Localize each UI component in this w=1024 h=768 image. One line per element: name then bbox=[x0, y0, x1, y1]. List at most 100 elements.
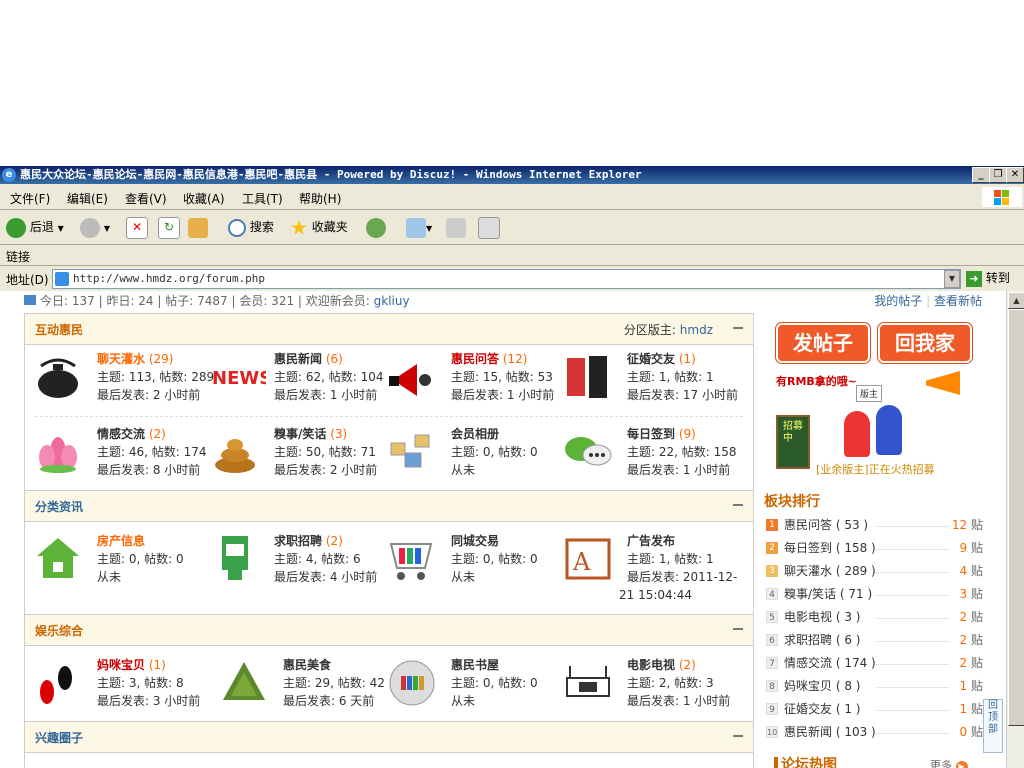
section-title[interactable]: 兴趣圈子 bbox=[35, 729, 83, 746]
forum-name[interactable]: 会员相册 bbox=[451, 427, 499, 441]
address-input[interactable]: http://www.hmdz.org/forum.php bbox=[52, 269, 961, 289]
mail-button[interactable]: ▼ bbox=[406, 216, 432, 238]
collapse-icon[interactable] bbox=[733, 504, 743, 506]
scroll-up-icon[interactable]: ▲ bbox=[1008, 292, 1024, 309]
rank-forum-name[interactable]: 征婚交友 bbox=[784, 702, 832, 716]
section-title[interactable]: 娱乐综合 bbox=[35, 622, 83, 639]
go-button[interactable]: ➜ 转到 bbox=[966, 269, 1020, 287]
section-title[interactable]: 分类资讯 bbox=[35, 498, 83, 515]
forum-name[interactable]: 房产信息 bbox=[97, 534, 145, 548]
rank-item[interactable]: 9 征婚交友 ( 1 ) 1 贴 bbox=[764, 700, 983, 718]
home-button[interactable] bbox=[188, 216, 208, 238]
forum-cell-ads[interactable]: A 广告发布 主题: 1, 帖数: 1 最后发表: 2011-12- 21 15:0… bbox=[555, 528, 737, 608]
forum-cell-emotion[interactable]: 情感交流 (2) 主题: 46, 帖数: 174 最后发表: 8 小时前 bbox=[25, 421, 207, 491]
forum-cell-trade[interactable]: 同城交易 主题: 0, 帖数: 0 从未 bbox=[379, 528, 555, 598]
home-link-button[interactable]: 回我家 bbox=[877, 322, 973, 364]
minimize-button[interactable]: _ bbox=[972, 167, 990, 183]
forum-cell-dating[interactable]: 征婚交友 (1) 主题: 1, 帖数: 1 最后发表: 17 小时前 bbox=[555, 346, 738, 416]
refresh-button[interactable]: ↻ bbox=[158, 216, 180, 239]
forum-name[interactable]: 广告发布 bbox=[627, 534, 675, 548]
rank-forum-name[interactable]: 每日签到 bbox=[784, 541, 832, 555]
menu-tools[interactable]: 工具(T) bbox=[242, 190, 283, 207]
section-header-entertainment[interactable]: 娱乐综合 bbox=[25, 614, 753, 646]
menu-help[interactable]: 帮助(H) bbox=[299, 190, 341, 207]
rank-item[interactable]: 4 糗事/笑话 ( 71 ) 3 贴 bbox=[764, 585, 983, 603]
forum-cell-realestate[interactable]: 房产信息 主题: 0, 帖数: 0 从未 bbox=[25, 528, 201, 598]
section-header-hobbies[interactable]: 兴趣圈子 bbox=[25, 721, 753, 753]
history-button[interactable] bbox=[366, 216, 386, 238]
rank-forum-name[interactable]: 聊天灌水 bbox=[784, 564, 832, 578]
rank-item[interactable]: 2 每日签到 ( 158 ) 9 贴 bbox=[764, 539, 983, 557]
forum-cell-news[interactable]: NEWS 惠民新闻 (6) 主题: 62, 帖数: 104 最后发表: 1 小时前 bbox=[202, 346, 384, 416]
rank-item[interactable]: 3 聊天灌水 ( 289 ) 4 贴 bbox=[764, 562, 983, 580]
menu-view[interactable]: 查看(V) bbox=[125, 190, 167, 207]
section-header-info[interactable]: 分类资讯 bbox=[25, 490, 753, 522]
section-title[interactable]: 互动惠民 bbox=[35, 321, 83, 338]
forum-name[interactable]: 惠民书屋 bbox=[451, 658, 499, 672]
close-button[interactable]: ✕ bbox=[1006, 167, 1024, 183]
moderator-recruit-banner[interactable]: 有RMB拿的哦~ 招募中 版主 [业余版主]正在火热招募 bbox=[772, 369, 982, 481]
menu-file[interactable]: 文件(F) bbox=[10, 190, 50, 207]
forum-cell-checkin[interactable]: 每日签到 (9) 主题: 22, 帖数: 158 最后发表: 1 小时前 bbox=[555, 421, 737, 491]
rank-forum-name[interactable]: 妈咪宝贝 bbox=[784, 679, 832, 693]
forum-name[interactable]: 征婚交友 bbox=[627, 352, 675, 366]
forum-name[interactable]: 情感交流 bbox=[97, 427, 145, 441]
new-posts-link[interactable]: 查看新帖 bbox=[934, 294, 982, 308]
new-member-link[interactable]: gkliuy bbox=[374, 294, 410, 308]
collapse-icon[interactable] bbox=[733, 735, 743, 737]
edit-button[interactable] bbox=[478, 216, 500, 239]
rank-item[interactable]: 8 妈咪宝贝 ( 8 ) 1 贴 bbox=[764, 677, 983, 695]
forward-button[interactable]: ▼ bbox=[80, 216, 110, 238]
favorites-button[interactable]: ★ 收藏夹 bbox=[290, 216, 348, 239]
forum-name[interactable]: 聊天灌水 bbox=[97, 352, 145, 366]
restore-button[interactable]: ❐ bbox=[989, 167, 1007, 183]
forum-cell-food[interactable]: 惠民美食 主题: 29, 帖数: 42 最后发表: 6 天前 bbox=[211, 652, 387, 722]
back-to-top-button[interactable]: 回顶部 bbox=[983, 699, 1003, 753]
forum-name[interactable]: 电影电视 bbox=[627, 658, 675, 672]
new-post-button[interactable]: 发帖子 bbox=[775, 322, 871, 364]
rank-forum-name[interactable]: 电影电视 bbox=[784, 610, 832, 624]
rank-forum-name[interactable]: 惠民新闻 bbox=[784, 725, 832, 739]
forum-cell-books[interactable]: 惠民书屋 主题: 0, 帖数: 0 从未 bbox=[379, 652, 555, 722]
vertical-scrollbar[interactable]: ▲ bbox=[1006, 291, 1024, 768]
menu-edit[interactable]: 编辑(E) bbox=[67, 190, 108, 207]
rank-item[interactable]: 6 求职招聘 ( 6 ) 2 贴 bbox=[764, 631, 983, 649]
rank-item[interactable]: 7 情感交流 ( 174 ) 2 贴 bbox=[764, 654, 983, 672]
forum-cell-baby[interactable]: 妈咪宝贝 (1) 主题: 3, 帖数: 8 最后发表: 3 小时前 bbox=[25, 652, 201, 722]
more-link[interactable]: 更多 ▶ bbox=[930, 757, 968, 768]
forum-cell-qa[interactable]: 惠民问答 (12) 主题: 15, 帖数: 53 最后发表: 1 小时前 bbox=[379, 346, 555, 416]
scrollbar-thumb[interactable] bbox=[1008, 309, 1024, 726]
rank-item[interactable]: 10 惠民新闻 ( 103 ) 0 贴 bbox=[764, 723, 983, 741]
rank-forum-name[interactable]: 糗事/笑话 bbox=[784, 587, 836, 601]
forum-cell-album[interactable]: 会员相册 主题: 0, 帖数: 0 从未 bbox=[379, 421, 555, 491]
my-posts-link[interactable]: 我的帖子 bbox=[874, 294, 922, 308]
moderator-link[interactable]: hmdz bbox=[680, 323, 713, 337]
rank-forum-name[interactable]: 情感交流 bbox=[784, 656, 832, 670]
links-label[interactable]: 链接 bbox=[6, 248, 30, 265]
forum-cell-movies[interactable]: 电影电视 (2) 主题: 2, 帖数: 3 最后发表: 1 小时前 bbox=[555, 652, 731, 722]
forum-name[interactable]: 每日签到 bbox=[627, 427, 675, 441]
forum-name[interactable]: 糗事/笑话 bbox=[274, 427, 326, 441]
search-button[interactable]: 搜索 bbox=[228, 216, 274, 238]
rank-forum-name[interactable]: 惠民问答 bbox=[784, 518, 832, 532]
forum-name[interactable]: 求职招聘 bbox=[274, 534, 322, 548]
forum-cell-chat[interactable]: 聊天灌水 (29) 主题: 113, 帖数: 289 最后发表: 2 小时前 bbox=[25, 346, 214, 416]
forum-name[interactable]: 同城交易 bbox=[451, 534, 499, 548]
collapse-icon[interactable] bbox=[733, 327, 743, 329]
section-header-interactive[interactable]: 互动惠民 分区版主: hmdz bbox=[25, 314, 753, 345]
forum-name[interactable]: 妈咪宝贝 bbox=[97, 658, 145, 672]
back-button[interactable]: 后退 ▼ bbox=[6, 216, 64, 238]
rank-forum-name[interactable]: 求职招聘 bbox=[784, 633, 832, 647]
collapse-icon[interactable] bbox=[733, 628, 743, 630]
stop-button[interactable]: ✕ bbox=[126, 216, 148, 239]
rank-item[interactable]: 1 惠民问答 ( 53 ) 12 贴 bbox=[764, 516, 983, 534]
forum-name[interactable]: 惠民新闻 bbox=[274, 352, 322, 366]
rank-item[interactable]: 5 电影电视 ( 3 ) 2 贴 bbox=[764, 608, 983, 626]
address-dropdown-icon[interactable]: ▼ bbox=[944, 270, 960, 288]
forum-cell-jobs[interactable]: 求职招聘 (2) 主题: 4, 帖数: 6 最后发表: 4 小时前 bbox=[202, 528, 378, 598]
forum-name[interactable]: 惠民问答 bbox=[451, 352, 499, 366]
forum-cell-jokes[interactable]: 糗事/笑话 (3) 主题: 50, 帖数: 71 最后发表: 2 小时前 bbox=[202, 421, 378, 491]
print-button[interactable] bbox=[446, 216, 466, 238]
forum-name[interactable]: 惠民美食 bbox=[283, 658, 331, 672]
menu-favorites[interactable]: 收藏(A) bbox=[183, 190, 225, 207]
